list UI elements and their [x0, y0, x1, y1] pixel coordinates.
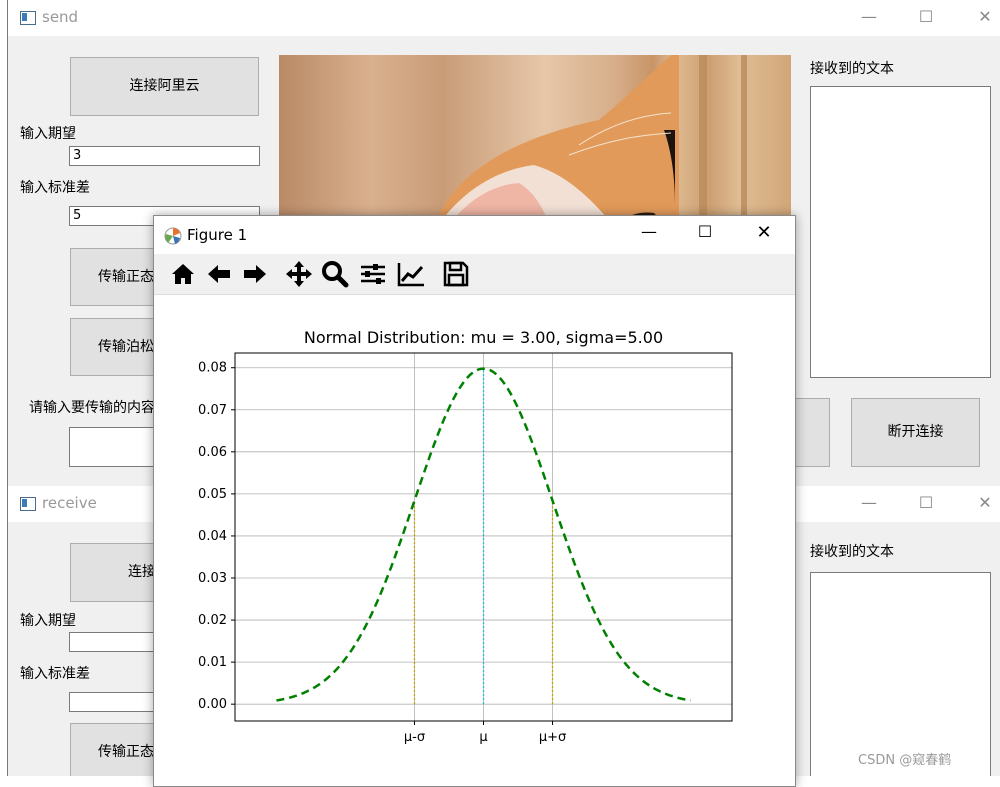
back-icon[interactable] [204, 259, 234, 289]
send-titlebar: send — ☐ ✕ [8, 0, 1000, 36]
forward-icon[interactable] [240, 259, 270, 289]
y-tick-label: 0.05 [198, 487, 227, 502]
received-text-area[interactable] [810, 86, 991, 378]
mean-input[interactable]: 3 [69, 146, 260, 166]
std-label: 输入标准差 [20, 180, 90, 196]
send-window-title: send [42, 8, 79, 26]
watermark: CSDN @窥春鹤 [858, 753, 952, 768]
close-icon[interactable]: ✕ [970, 6, 1000, 28]
receive-window-title: receive [42, 494, 97, 512]
figure-title: Figure 1 [187, 226, 248, 244]
close-icon[interactable]: ✕ [970, 492, 1000, 514]
maximize-icon[interactable]: ☐ [911, 6, 941, 28]
pan-icon[interactable] [284, 259, 314, 289]
minimize-icon[interactable]: — [854, 492, 884, 514]
receive-mean-label: 输入期望 [20, 613, 76, 629]
receive-std-label: 输入标准差 [20, 666, 90, 682]
figure-maximize-icon[interactable]: ☐ [690, 222, 720, 246]
figure-close-icon[interactable]: ✕ [749, 222, 779, 246]
y-tick-label: 0.00 [198, 697, 227, 712]
received-text-label: 接收到的文本 [810, 61, 894, 77]
minimize-icon[interactable]: — [854, 6, 884, 28]
y-tick-label: 0.03 [198, 571, 227, 586]
figure-minimize-icon[interactable]: — [634, 222, 664, 246]
y-tick-label: 0.06 [198, 445, 227, 460]
figure-titlebar: Figure 1 — ☐ ✕ [154, 216, 795, 254]
matplotlib-icon [164, 227, 182, 245]
edit-axis-icon[interactable] [396, 259, 426, 289]
maximize-icon[interactable]: ☐ [911, 492, 941, 514]
y-tick-label: 0.02 [198, 613, 227, 628]
figure-window: Figure 1 — ☐ ✕ Normal Distribution: mu =… [153, 215, 796, 787]
figure-toolbar [154, 254, 795, 295]
connect-aliyun-button[interactable]: 连接阿里云 [70, 57, 259, 116]
zoom-icon[interactable] [320, 259, 350, 289]
app-icon [20, 11, 36, 25]
mean-label: 输入期望 [20, 126, 76, 142]
subplots-icon[interactable] [358, 259, 388, 289]
normal-distribution-plot: Normal Distribution: mu = 3.00, sigma=5.… [198, 328, 733, 745]
x-tick-label: μ-σ [404, 730, 425, 745]
y-tick-label: 0.01 [198, 655, 227, 670]
x-tick-label: μ [479, 730, 487, 745]
content-label: 请输入要传输的内容 [29, 400, 155, 416]
chart-title: Normal Distribution: mu = 3.00, sigma=5.… [304, 328, 663, 347]
cat-image [279, 55, 791, 240]
y-tick-label: 0.07 [198, 403, 227, 418]
y-tick-label: 0.04 [198, 529, 227, 544]
receive-received-text-area[interactable] [810, 572, 991, 776]
receive-received-text-label: 接收到的文本 [810, 544, 894, 560]
cat-illustration [429, 55, 791, 240]
home-icon[interactable] [168, 259, 198, 289]
app-icon [20, 497, 36, 511]
disconnect-button[interactable]: 断开连接 [851, 398, 980, 467]
save-icon[interactable] [441, 259, 471, 289]
y-tick-label: 0.08 [198, 361, 227, 376]
x-tick-label: μ+σ [539, 730, 566, 745]
